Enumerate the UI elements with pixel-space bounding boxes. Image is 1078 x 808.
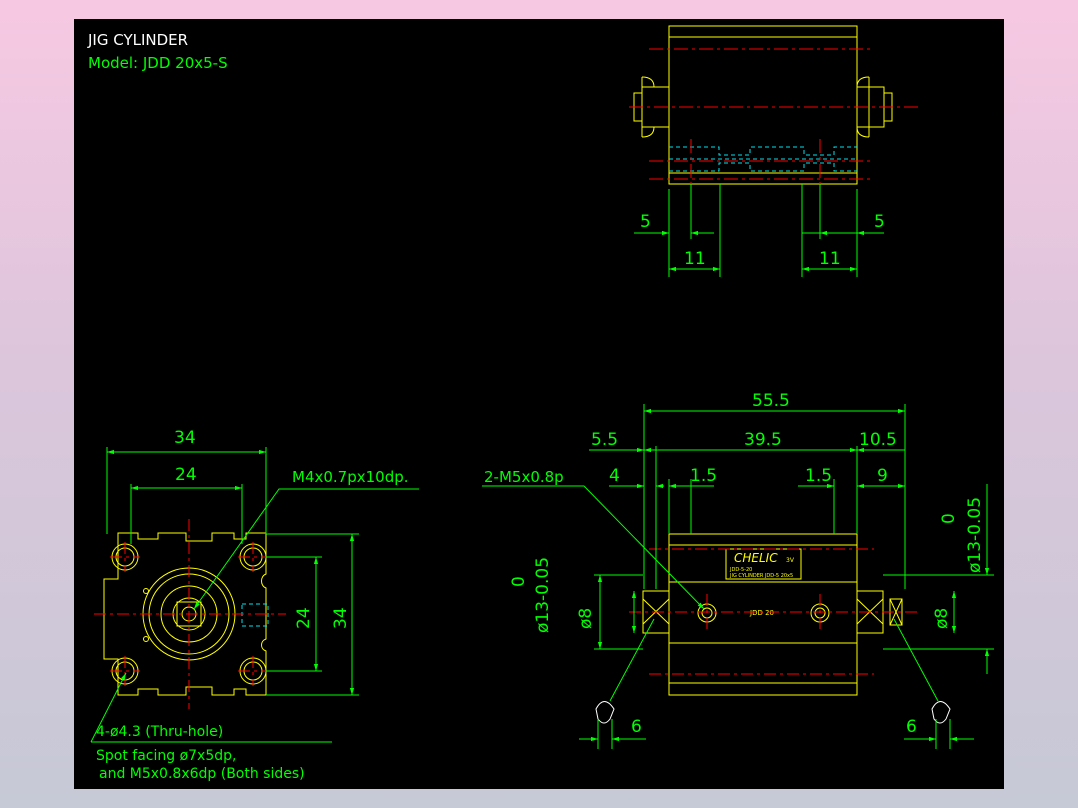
tap-both-sides-note: and M5x0.8x6dp (Both sides): [99, 766, 305, 782]
dim-top-right-offset: 5: [874, 212, 885, 232]
dim-body-length: 39.5: [744, 430, 782, 450]
drawing-title: JIG CYLINDER: [87, 31, 188, 49]
brand-label: CHELIC: [734, 551, 778, 565]
hole-callout: 4-ø4.3 (Thru-hole): [96, 724, 223, 740]
dim-top-right-width: 11: [819, 249, 841, 269]
dim-rod-tolerance-left: ø13-0.05: [533, 557, 553, 633]
dim-wrench-right: 6: [906, 717, 917, 737]
side-view-centerlines: [629, 548, 919, 675]
port-callout: 2-M5x0.8p: [484, 468, 564, 486]
dim-top-left-width: 11: [684, 249, 706, 269]
dim-port-right-1-5: 1.5: [805, 466, 832, 486]
dim-port-9: 9: [877, 466, 888, 486]
dim-rod-tolerance-right: ø13-0.05: [965, 497, 985, 573]
brand-tag: 3V: [786, 557, 795, 564]
top-view-dimensions: [634, 184, 884, 277]
top-view-body: [668, 25, 858, 185]
top-view-centerlines: [629, 48, 919, 199]
end-view-dim-text: 34 24 24 34 M4x0.7px10dp. 4-ø4.3 (Thru-h…: [96, 428, 409, 782]
end-view-centerlines: [94, 519, 286, 709]
nameplate-line-2: JIG CYLINDER JDD-5 20x5: [729, 573, 793, 579]
dim-rod-tolerance-left-upper: 0: [509, 576, 529, 587]
dim-right-offset: 10.5: [859, 430, 897, 450]
body-label: JDD 20: [749, 609, 774, 617]
end-view-dimensions: [90, 447, 419, 743]
dim-port-4: 4: [609, 466, 620, 486]
end-view-hidden: [241, 603, 269, 627]
spot-facing-note: Spot facing ø7x5dp,: [96, 748, 236, 764]
dim-end-height-inner: 24: [294, 607, 314, 629]
top-view-dim-text: 5 5 11 11: [640, 212, 885, 269]
model-label: Model: JDD 20x5-S: [88, 54, 228, 72]
cad-drawing-canvas[interactable]: JIG CYLINDER Model: JDD 20x5-S 5 5 11 11…: [74, 19, 1004, 789]
side-view-nameplate-text: CHELIC 3V JDD-5-20 JIG CYLINDER JDD-5 20…: [729, 551, 795, 617]
top-view: [633, 25, 893, 185]
dim-rod-d8-left: ø8: [576, 608, 596, 629]
dim-left-offset: 5.5: [591, 430, 618, 450]
dim-end-height-outer: 34: [331, 607, 351, 629]
dim-top-left-offset: 5: [640, 212, 651, 232]
dim-rod-tolerance-right-upper: 0: [939, 513, 959, 524]
tap-callout: M4x0.7px10dp.: [292, 468, 409, 486]
dim-end-width-outer: 34: [174, 428, 196, 448]
top-view-hidden-ports: [669, 146, 857, 172]
dim-wrench-left: 6: [631, 717, 642, 737]
dim-end-width-inner: 24: [175, 465, 197, 485]
dim-rod-d8-right: ø8: [932, 608, 952, 629]
dim-overall-length: 55.5: [752, 391, 790, 411]
dim-port-left-1-5: 1.5: [690, 466, 717, 486]
cad-drawing: JIG CYLINDER Model: JDD 20x5-S 5 5 11 11…: [87, 25, 994, 782]
